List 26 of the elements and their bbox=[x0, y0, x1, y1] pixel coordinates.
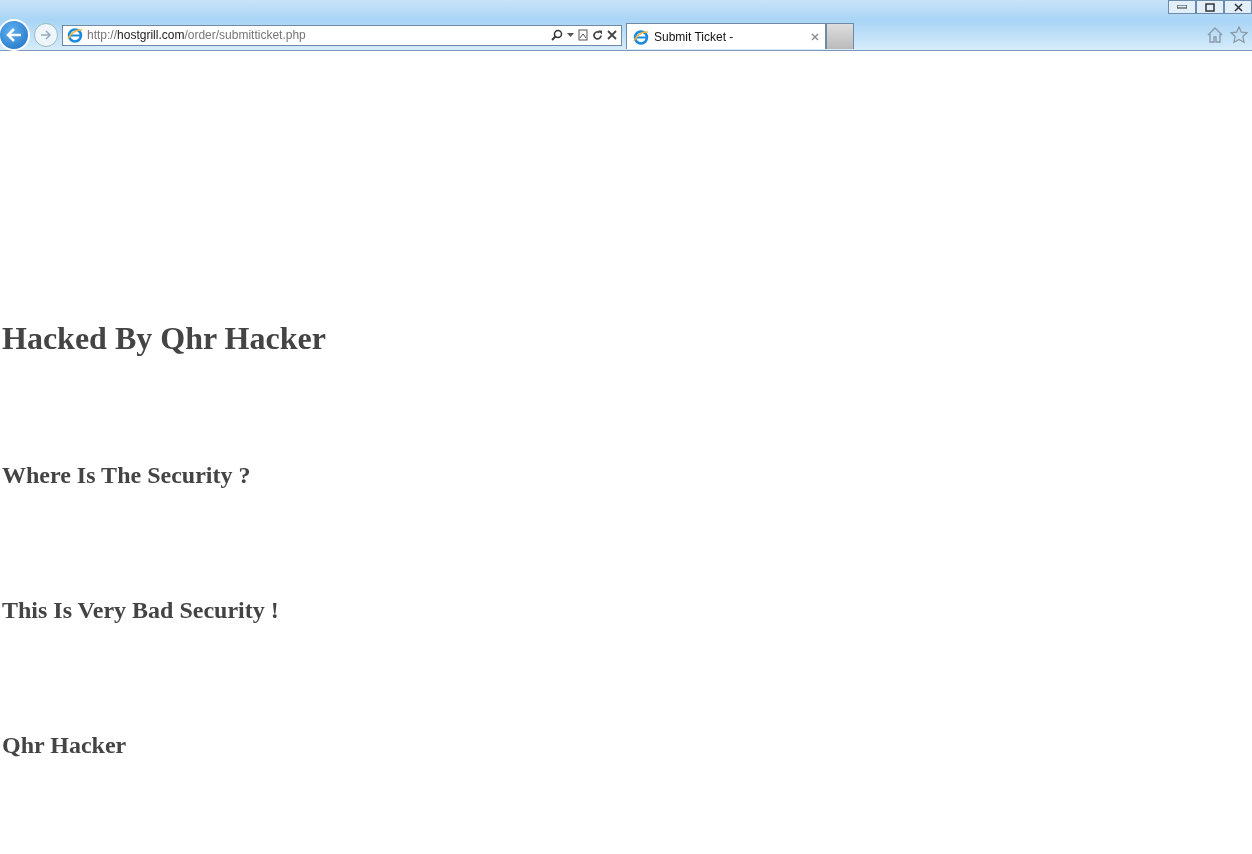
back-arrow-icon bbox=[6, 28, 22, 42]
subheading: Where Is The Security ? bbox=[2, 461, 252, 489]
back-button[interactable] bbox=[0, 19, 30, 51]
restore-button[interactable] bbox=[1196, 0, 1224, 14]
minimize-icon bbox=[1177, 5, 1187, 9]
compatibility-view-icon[interactable] bbox=[578, 29, 588, 41]
minimize-button[interactable] bbox=[1168, 0, 1196, 14]
subheading: Qhr Hacker bbox=[2, 731, 128, 759]
refresh-icon[interactable] bbox=[592, 29, 603, 41]
close-button[interactable] bbox=[1224, 0, 1252, 14]
page-heading: Hacked By Qhr Hacker bbox=[2, 319, 327, 357]
new-tab-button[interactable] bbox=[826, 23, 854, 49]
browser-logo-icon bbox=[633, 28, 649, 45]
star-icon[interactable] bbox=[1230, 26, 1248, 44]
url-text: http://hostgrill.com/order/submitticket.php bbox=[87, 28, 307, 42]
stop-icon[interactable] bbox=[607, 30, 617, 40]
restore-icon bbox=[1205, 2, 1215, 12]
dropdown-caret-icon[interactable] bbox=[567, 33, 574, 37]
browser-logo-icon bbox=[67, 27, 83, 43]
browser-tab[interactable]: Submit Ticket - bbox=[626, 23, 826, 49]
address-bar[interactable]: http://hostgrill.com/order/submitticket.php bbox=[62, 24, 622, 46]
close-icon bbox=[1233, 2, 1243, 12]
close-tab-icon[interactable] bbox=[811, 32, 819, 41]
forward-arrow-icon bbox=[40, 30, 52, 40]
subheading: This Is Very Bad Security ! bbox=[2, 596, 280, 624]
search-icon[interactable] bbox=[551, 29, 563, 41]
